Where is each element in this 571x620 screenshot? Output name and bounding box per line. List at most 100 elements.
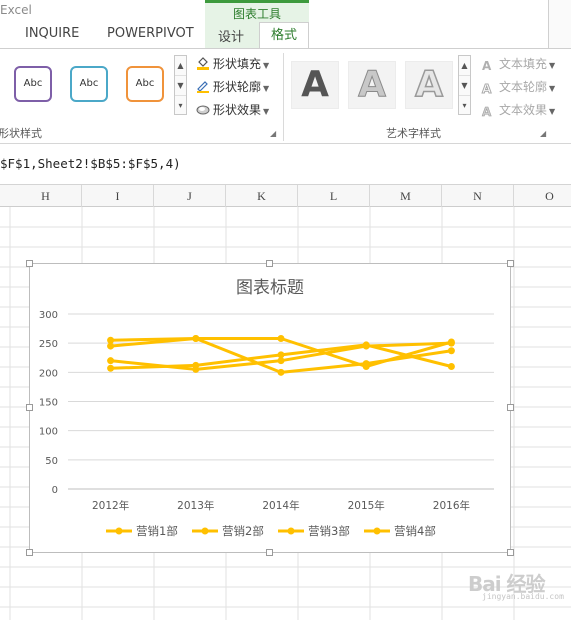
chart-legend[interactable]: 营销1部 营销2部 营销3部 营销4部: [106, 524, 436, 538]
wordart-style-swatch-outline[interactable]: A: [405, 61, 453, 109]
column-header-l[interactable]: L: [298, 185, 370, 207]
y-tick-label: 250: [39, 339, 58, 350]
data-point[interactable]: [107, 357, 115, 365]
data-point[interactable]: [447, 339, 455, 347]
tab-format[interactable]: 格式: [259, 22, 309, 49]
wordart-style-swatch-light[interactable]: A: [348, 61, 396, 109]
column-header-o[interactable]: O: [514, 185, 571, 207]
shape-style-swatch-orange[interactable]: Abc: [126, 66, 164, 102]
legend-marker: [201, 527, 209, 535]
y-tick-label: 150: [39, 398, 58, 409]
data-point[interactable]: [107, 364, 115, 372]
data-point[interactable]: [277, 368, 285, 376]
shape-style-swatch-purple[interactable]: Abc: [14, 66, 52, 102]
scroll-down-icon[interactable]: ▼: [175, 76, 186, 96]
text-fill-label: 文本填充: [499, 57, 548, 71]
chevron-down-icon: ▼: [263, 107, 270, 116]
legend-label: 营销4部: [394, 524, 436, 538]
data-point[interactable]: [277, 357, 285, 365]
legend-item[interactable]: 营销3部: [278, 524, 350, 538]
text-outline-label: 文本轮廓: [499, 80, 548, 94]
legend-item[interactable]: 营销2部: [192, 524, 264, 538]
formula-input[interactable]: $F$1,Sheet2!$B$5:$F$5,4): [0, 156, 181, 171]
text-fill-button[interactable]: A 文本填充 ▼: [482, 55, 555, 73]
column-header-k[interactable]: K: [226, 185, 298, 207]
y-tick-label: 50: [45, 456, 58, 467]
shape-outline-button[interactable]: 形状轮廓 ▼: [196, 78, 269, 95]
dialog-launcher-icon[interactable]: ◢: [270, 129, 276, 138]
chart-canvas: 图表标题 050100150200250300 2012年 2013年 2014年 2…: [39, 278, 494, 538]
x-tick-label: 2013年: [177, 499, 214, 512]
data-point[interactable]: [362, 342, 370, 350]
y-tick-label: 200: [39, 368, 58, 379]
data-point[interactable]: [277, 335, 285, 342]
text-effect-icon: A: [482, 105, 492, 120]
tab-design[interactable]: 设计: [218, 26, 244, 45]
shape-fill-button[interactable]: 形状填充 ▼: [196, 55, 269, 72]
chevron-down-icon: ▼: [549, 107, 556, 116]
column-header-n[interactable]: N: [442, 185, 514, 207]
paint-bucket-icon: [197, 57, 209, 70]
resize-handle-top[interactable]: [266, 260, 273, 267]
text-outline-button[interactable]: A 文本轮廓 ▼: [482, 78, 556, 97]
data-point[interactable]: [447, 363, 455, 370]
resize-handle-top-left[interactable]: [26, 260, 33, 267]
scroll-up-icon[interactable]: ▲: [459, 56, 470, 76]
column-header-i[interactable]: I: [82, 185, 154, 207]
group-divider: [283, 53, 284, 141]
legend-marker: [373, 527, 381, 535]
shape-styles-group-label: 形状样式: [0, 127, 42, 140]
legend-item[interactable]: 营销4部: [364, 524, 436, 538]
resize-handle-bottom-left[interactable]: [26, 549, 33, 556]
shape-styles-gallery-scroll[interactable]: ▲ ▼ ▾: [174, 55, 187, 115]
legend-label: 营销2部: [222, 524, 264, 538]
column-header-j[interactable]: J: [154, 185, 226, 207]
x-tick-label: 2014年: [262, 499, 299, 512]
dialog-launcher-icon[interactable]: ◢: [540, 129, 546, 138]
app-title: Excel: [0, 3, 32, 17]
legend-marker: [287, 527, 295, 535]
chevron-down-icon: ▼: [549, 84, 556, 93]
shape-effect-icon: [196, 105, 210, 115]
shape-style-swatch-blue[interactable]: Abc: [70, 66, 108, 102]
column-header-m[interactable]: M: [370, 185, 442, 207]
column-header-h[interactable]: H: [10, 185, 82, 207]
baidu-watermark: Bai 经验 jingyan.baidu.com: [468, 560, 568, 606]
chevron-down-icon: ▼: [549, 61, 556, 70]
tab-powerpivot[interactable]: POWERPIVOT: [107, 26, 194, 41]
wordart-gallery-scroll[interactable]: ▲ ▼ ▾: [458, 55, 471, 115]
shape-effects-button[interactable]: 形状效果 ▼: [196, 101, 269, 118]
legend-marker: [115, 527, 123, 535]
resize-handle-left[interactable]: [26, 404, 33, 411]
line-chart[interactable]: 图表标题 0 50 100 150 200 250 300 2012年 2013年 2014年 2…: [29, 263, 511, 553]
shape-fill-label: 形状填充: [213, 57, 262, 71]
resize-handle-bottom-right[interactable]: [507, 549, 514, 556]
ribbon-tabs: INQUIRE POWERPIVOT 设计 格式: [0, 22, 571, 49]
data-point[interactable]: [192, 335, 200, 342]
chevron-down-icon: ▼: [263, 84, 270, 93]
gallery-more-icon[interactable]: ▾: [175, 96, 186, 116]
data-point[interactable]: [192, 365, 200, 373]
wordart-style-swatch-solid[interactable]: A: [291, 61, 339, 109]
data-point[interactable]: [362, 360, 370, 368]
watermark-url: jingyan.baidu.com: [482, 592, 564, 601]
scroll-up-icon[interactable]: ▲: [175, 56, 186, 76]
chart-title[interactable]: 图表标题: [236, 278, 304, 298]
text-effects-button[interactable]: A 文本效果 ▼: [482, 101, 555, 119]
tab-inquire[interactable]: INQUIRE: [25, 26, 79, 41]
data-point[interactable]: [107, 342, 115, 350]
data-point[interactable]: [447, 347, 455, 355]
chevron-down-icon: ▼: [263, 61, 270, 70]
gallery-more-icon[interactable]: ▾: [459, 96, 470, 116]
scroll-down-icon[interactable]: ▼: [459, 76, 470, 96]
shape-effects-label: 形状效果: [213, 103, 262, 117]
legend-label: 营销1部: [136, 524, 178, 538]
resize-handle-bottom[interactable]: [266, 549, 273, 556]
resize-handle-top-right[interactable]: [507, 260, 514, 267]
resize-handle-right[interactable]: [507, 404, 514, 411]
shape-outline-label: 形状轮廓: [213, 80, 262, 94]
y-tick-label: 100: [39, 427, 58, 438]
chart-series-group[interactable]: [107, 335, 455, 376]
legend-item[interactable]: 营销1部: [106, 524, 178, 538]
formula-bar[interactable]: $F$1,Sheet2!$B$5:$F$5,4): [0, 145, 571, 185]
